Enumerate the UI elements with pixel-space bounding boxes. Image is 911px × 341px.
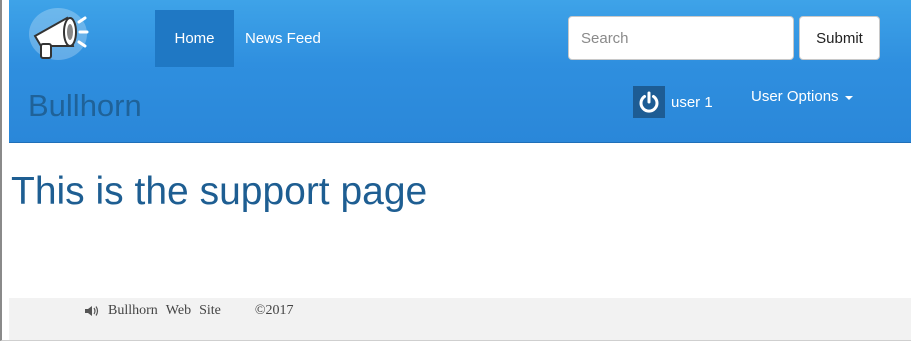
- nav-news-feed-label: News Feed: [245, 30, 321, 47]
- brand-title: Bullhorn: [28, 88, 142, 123]
- nav-home[interactable]: Home: [155, 10, 234, 67]
- page-frame: Home News Feed Submit Bullhorn user 1 Us…: [0, 0, 911, 341]
- user-name: user 1: [671, 93, 713, 111]
- footer-web: Web: [165, 303, 192, 318]
- nav-news-feed[interactable]: News Feed: [245, 10, 321, 67]
- megaphone-icon[interactable]: [27, 6, 89, 62]
- navbar: Home News Feed Submit Bullhorn user 1 Us…: [9, 0, 911, 143]
- caret-down-icon: [844, 95, 853, 100]
- nav-home-label: Home: [174, 30, 215, 47]
- submit-button[interactable]: Submit: [799, 16, 880, 60]
- page-heading: This is the support page: [11, 170, 428, 213]
- speaker-icon: [84, 305, 100, 317]
- user-options-dropdown[interactable]: User Options: [751, 88, 853, 105]
- footer-brand: Bullhorn: [108, 303, 158, 318]
- search-input[interactable]: [568, 16, 794, 60]
- user-menu[interactable]: user 1: [633, 86, 713, 118]
- footer-site: Site: [199, 303, 221, 318]
- footer-row: Bullhorn Web Site ©2017: [84, 303, 294, 319]
- footer-copyright: ©2017: [254, 303, 294, 318]
- user-options-label: User Options: [751, 88, 839, 105]
- power-icon: [633, 86, 665, 118]
- footer: Bullhorn Web Site ©2017: [9, 298, 911, 340]
